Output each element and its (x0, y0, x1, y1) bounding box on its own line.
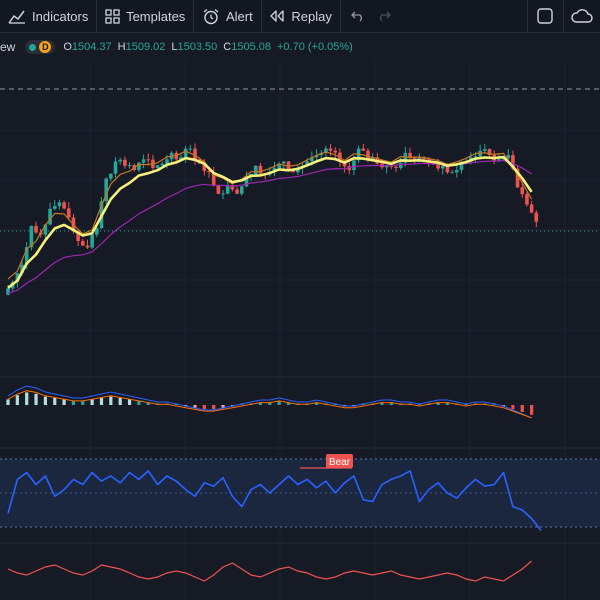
candle-body (361, 148, 366, 151)
macd-pane (6, 385, 534, 419)
candle-body (239, 186, 244, 194)
macd-bar (6, 399, 10, 405)
macd-bar (62, 399, 66, 405)
candle-body (160, 163, 165, 166)
macd-bar (127, 399, 132, 405)
candle-body (216, 185, 221, 194)
candle-body (529, 204, 534, 213)
candle-body (62, 202, 66, 209)
candle-body (52, 206, 57, 209)
oscillator-line (7, 560, 532, 582)
macd-bar (530, 405, 534, 415)
candle-body (483, 149, 487, 151)
candle-body (90, 234, 94, 248)
candle-body (127, 165, 132, 167)
candle-body (118, 159, 122, 162)
macd-line (7, 385, 532, 419)
candle-body (34, 226, 38, 233)
candle-body (520, 187, 525, 195)
candle-body (123, 159, 127, 166)
macd-bar (71, 400, 76, 405)
candle-body (352, 160, 356, 171)
candle-body (193, 148, 197, 160)
candle-body (282, 161, 286, 164)
macd-bar (53, 398, 57, 405)
price-chart[interactable]: Bear (0, 0, 600, 600)
macd-bar (90, 399, 94, 405)
candle-body (235, 189, 239, 194)
candle-body (188, 148, 193, 150)
candle-body (141, 159, 146, 163)
candle-body (253, 165, 258, 175)
candle-body (525, 194, 529, 205)
macd-bar (202, 405, 206, 410)
ma-fast-line (7, 155, 533, 289)
candles-group (6, 143, 539, 296)
macd-bar (15, 395, 19, 405)
candle-body (81, 241, 85, 246)
candle-body (48, 208, 52, 225)
macd-bar (212, 405, 216, 410)
macd-bar (25, 392, 29, 405)
candle-body (165, 159, 169, 164)
candle-body (85, 245, 90, 248)
bear-label: Bear (329, 457, 351, 468)
candle-body (450, 172, 454, 174)
candle-body (398, 162, 403, 168)
candle-body (333, 150, 338, 153)
lower-oscillator-pane (7, 560, 532, 582)
candle-body (155, 165, 160, 168)
candle-body (221, 193, 225, 195)
macd-bar (109, 396, 113, 405)
candle-body (57, 202, 62, 207)
macd-bar (43, 396, 47, 405)
candle-body (440, 165, 445, 169)
candle-body (328, 148, 333, 151)
candle-body (113, 161, 118, 174)
candle-body (146, 159, 151, 161)
candle-body (183, 148, 188, 158)
macd-bar (34, 393, 38, 405)
macd-bar (99, 398, 104, 405)
candle-body (258, 165, 263, 174)
macd-bar (520, 405, 524, 412)
candle-body (137, 162, 141, 171)
candle-body (455, 170, 459, 173)
candle-body (534, 212, 539, 222)
macd-bar (118, 398, 122, 405)
candle-body (109, 173, 113, 179)
macd-bar (81, 400, 85, 405)
candle-body (66, 208, 71, 218)
candle-body (394, 166, 398, 168)
candle-body (6, 288, 10, 295)
macd-bar (511, 405, 515, 410)
